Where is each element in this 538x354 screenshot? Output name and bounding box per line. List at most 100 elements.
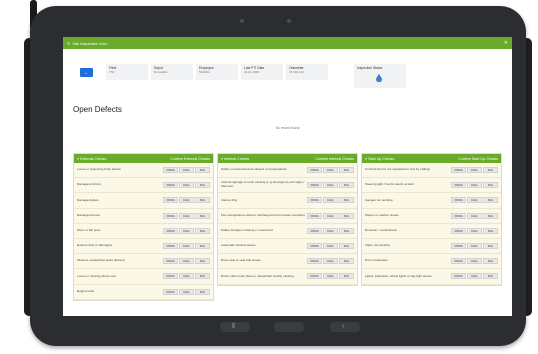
na-button[interactable]: N/A (195, 258, 210, 265)
pass-button[interactable]: PASS (307, 167, 322, 174)
na-button[interactable]: N/A (339, 243, 354, 250)
na-button[interactable]: N/A (195, 243, 210, 250)
check-label: Internal signage or tools missing (e.g. … (221, 180, 305, 189)
na-button[interactable]: N/A (195, 182, 210, 189)
back-nav-button[interactable] (330, 322, 360, 332)
pass-button[interactable]: PASS (163, 288, 178, 295)
fail-button[interactable]: FAIL (323, 197, 338, 204)
pass-button[interactable]: PASS (307, 212, 322, 219)
check-row: Loose or missing wheel nuts PASS FAIL N/A (74, 269, 213, 285)
check-label: Engine belts (77, 288, 95, 293)
pass-button[interactable]: PASS (163, 243, 178, 250)
na-button[interactable]: N/A (339, 182, 354, 189)
fail-button[interactable]: FAIL (467, 258, 482, 265)
odometer-card: Odometer 37,594.414 (286, 64, 328, 80)
fail-button[interactable]: FAIL (179, 273, 194, 280)
pass-button[interactable]: PASS (307, 197, 322, 204)
pass-button[interactable]: PASS (163, 212, 178, 219)
check-label: Gauges not working (365, 197, 393, 202)
na-button[interactable]: N/A (195, 288, 210, 295)
home-button[interactable] (274, 322, 304, 332)
pass-button[interactable]: PASS (163, 182, 178, 189)
fail-button[interactable]: FAIL (467, 212, 482, 219)
fail-button[interactable]: FAIL (179, 227, 194, 234)
panel-title: ≡ Internal Checks (221, 156, 250, 161)
fail-button[interactable]: FAIL (179, 258, 194, 265)
pass-button[interactable]: PASS (163, 197, 178, 204)
no-record-text: No record found (275, 126, 300, 130)
na-button[interactable]: N/A (195, 212, 210, 219)
pass-button[interactable]: PASS (451, 212, 466, 219)
na-button[interactable]: N/A (195, 273, 210, 280)
na-button[interactable]: N/A (483, 273, 498, 280)
check-label: Steering light / buzzer alerts at start (365, 182, 414, 187)
fail-button[interactable]: FAIL (323, 258, 338, 265)
check-row: Lights, indicators, wheel lights or day … (362, 269, 501, 285)
pass-button[interactable]: PASS (163, 227, 178, 234)
confirm-internal-button[interactable]: Confirm Internal Checks (315, 157, 354, 161)
fail-button[interactable]: FAIL (179, 212, 194, 219)
na-button[interactable]: N/A (483, 243, 498, 250)
fail-button[interactable]: FAIL (323, 167, 338, 174)
pass-button[interactable]: PASS (163, 258, 178, 265)
na-button[interactable]: N/A (339, 212, 354, 219)
pass-button[interactable]: PASS (451, 243, 466, 250)
pass-button[interactable]: PASS (307, 182, 322, 189)
na-button[interactable]: N/A (483, 167, 498, 174)
na-button[interactable]: N/A (483, 197, 498, 204)
fail-button[interactable]: FAIL (467, 182, 482, 189)
fail-button[interactable]: FAIL (179, 288, 194, 295)
na-button[interactable]: N/A (483, 227, 498, 234)
check-row: Steering light / buzzer alerts at start P… (362, 178, 501, 194)
na-button[interactable]: N/A (339, 273, 354, 280)
fail-button[interactable]: FAIL (323, 243, 338, 250)
inspection-status-card: Inspection Status (354, 64, 406, 88)
na-button[interactable]: N/A (483, 212, 498, 219)
check-label: Fire extinguishers absent, discharged an… (221, 212, 305, 217)
pass-button[interactable]: PASS (451, 258, 466, 265)
confirm-external-button[interactable]: Confirm External Checks (170, 157, 210, 161)
na-button[interactable]: N/A (195, 227, 210, 234)
fail-button[interactable]: FAIL (467, 197, 482, 204)
check-row: Worn or flat tyres PASS FAIL N/A (74, 224, 213, 239)
pass-button[interactable]: PASS (451, 227, 466, 234)
fail-button[interactable]: FAIL (179, 167, 194, 174)
na-button[interactable]: N/A (339, 227, 354, 234)
fail-button[interactable]: FAIL (467, 273, 482, 280)
fail-button[interactable]: FAIL (467, 227, 482, 234)
pass-button[interactable]: PASS (451, 182, 466, 189)
check-row: Controls (horns not operational / tool b… (362, 163, 501, 179)
fail-button[interactable]: FAIL (323, 182, 338, 189)
fail-button[interactable]: FAIL (323, 212, 338, 219)
na-button[interactable]: N/A (339, 167, 354, 174)
check-label: Damaged lenses (77, 212, 101, 217)
fail-button[interactable]: FAIL (323, 227, 338, 234)
check-label: Horn inoperative (365, 258, 388, 263)
pass-button[interactable]: PASS (451, 197, 466, 204)
na-button[interactable]: N/A (339, 258, 354, 265)
confirm-start-up-button[interactable]: Confirm Start Up Checks (458, 157, 498, 161)
pass-button[interactable]: PASS (451, 167, 466, 174)
pass-button[interactable]: PASS (451, 273, 466, 280)
na-button[interactable]: N/A (195, 197, 210, 204)
fail-button[interactable]: FAIL (179, 243, 194, 250)
fail-button[interactable]: FAIL (467, 243, 482, 250)
pass-button[interactable]: PASS (307, 273, 322, 280)
pass-button[interactable]: PASS (163, 167, 178, 174)
na-button[interactable]: N/A (195, 167, 210, 174)
pass-button[interactable]: PASS (307, 227, 322, 234)
na-button[interactable]: N/A (339, 197, 354, 204)
pass-button[interactable]: PASS (163, 273, 178, 280)
na-button[interactable]: N/A (483, 258, 498, 265)
fail-button[interactable]: FAIL (323, 273, 338, 280)
fail-button[interactable]: FAIL (467, 167, 482, 174)
na-button[interactable]: N/A (483, 182, 498, 189)
fail-button[interactable]: FAIL (179, 182, 194, 189)
fail-button[interactable]: FAIL (179, 197, 194, 204)
back-button[interactable]: ← (80, 68, 93, 77)
close-icon[interactable]: ✕ (504, 40, 508, 46)
last-pti-card: Last PTI Date 21-01-1900 (241, 64, 283, 80)
pass-button[interactable]: PASS (307, 243, 322, 250)
pass-button[interactable]: PASS (307, 258, 322, 265)
check-row: Gauges not working PASS FAIL N/A (362, 193, 501, 209)
